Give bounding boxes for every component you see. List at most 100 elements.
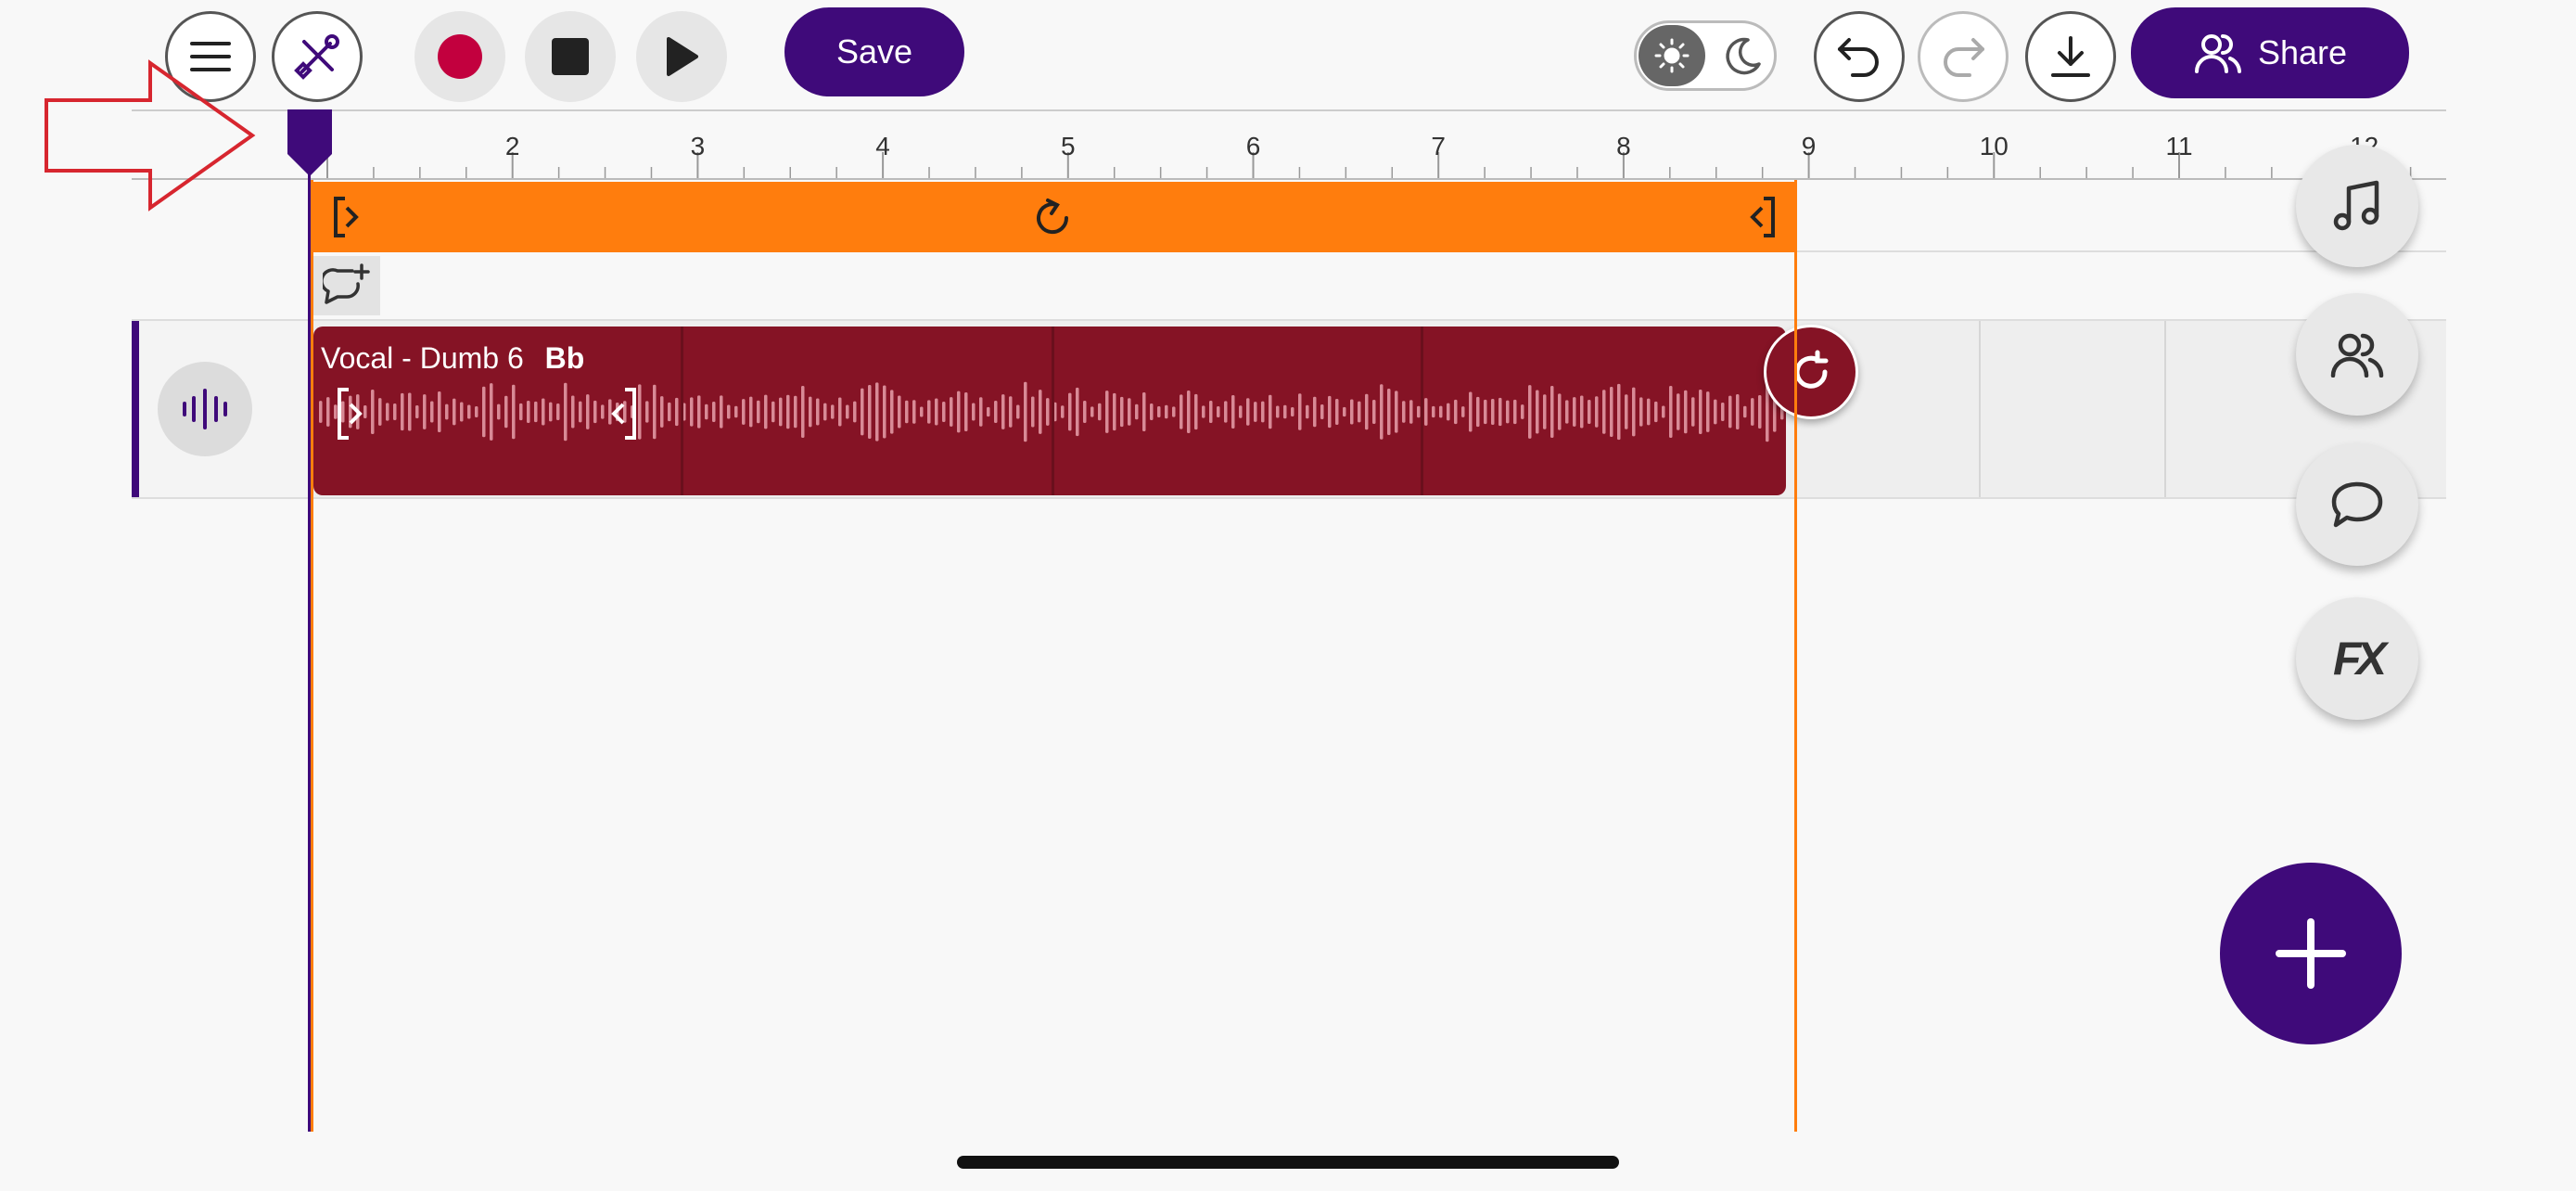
add-track-button[interactable] <box>2220 863 2402 1044</box>
waveform-bar <box>1728 395 1732 429</box>
comment-icon <box>2331 481 2383 528</box>
waveform-bar <box>1024 381 1027 442</box>
waveform-bar <box>764 394 768 429</box>
waveform-bar <box>593 400 597 424</box>
waveform-bar <box>875 382 879 442</box>
waveform-bar <box>1187 391 1191 433</box>
collaborators-button[interactable] <box>2296 293 2418 416</box>
waveform-bar <box>1580 395 1584 429</box>
share-label: Share <box>2257 33 2348 71</box>
timeline-ruler[interactable] <box>132 111 2446 180</box>
waveform-bar <box>898 395 901 429</box>
instruments-button[interactable] <box>2296 145 2418 267</box>
waveform-bar <box>1632 387 1636 437</box>
waveform-bar <box>690 397 694 427</box>
waveform-bar <box>749 396 753 428</box>
add-comment-button[interactable] <box>313 256 380 315</box>
record-button[interactable] <box>414 11 505 102</box>
track-type-button[interactable] <box>158 362 252 456</box>
waveform-bar <box>1521 404 1524 419</box>
undo-icon <box>1838 38 1879 77</box>
waveform-bar <box>757 400 760 424</box>
waveform-bar <box>794 395 797 429</box>
waveform-bar <box>987 406 990 417</box>
waveform-bar <box>1098 403 1102 421</box>
waveform-bar <box>1283 404 1287 419</box>
download-button[interactable] <box>2025 11 2116 102</box>
track-selected-indicator <box>132 321 139 497</box>
redo-button[interactable] <box>1918 11 2009 102</box>
waveform-bar <box>1498 397 1502 427</box>
waveform-bar <box>1610 386 1613 438</box>
waveform-bar <box>1172 406 1176 417</box>
play-button[interactable] <box>636 11 727 102</box>
waveform-bar <box>1165 404 1168 419</box>
music-note-icon <box>2333 180 2379 231</box>
waveform-bar <box>779 397 783 427</box>
waveform-bar <box>1432 405 1435 418</box>
waveform-bar <box>504 395 508 429</box>
waveform-bar <box>542 398 545 426</box>
collaborators-icon <box>2330 333 2384 378</box>
waveform-bar <box>1721 403 1725 421</box>
theme-toggle[interactable] <box>1634 20 1777 91</box>
waveform-bar <box>326 397 330 427</box>
waveform-bar <box>1424 398 1428 426</box>
waveform-bar <box>482 386 486 438</box>
waveform-bar <box>1202 405 1205 418</box>
stop-button[interactable] <box>525 11 616 102</box>
waveform-bar <box>1751 398 1754 426</box>
waveform-bar <box>1039 390 1042 434</box>
waveform-bar <box>1157 406 1161 417</box>
waveform-bar <box>1090 406 1094 417</box>
clip-trim-end-icon[interactable] <box>606 386 638 442</box>
waveform-bar <box>1142 391 1146 432</box>
waveform-bar <box>890 390 894 434</box>
waveform-bar <box>957 391 961 433</box>
waveform-bar <box>393 403 397 420</box>
waveform-bar <box>1343 406 1346 417</box>
waveform-bar <box>527 400 530 424</box>
playhead-handle[interactable] <box>286 109 334 178</box>
waveform-bar <box>1358 401 1361 423</box>
save-button[interactable]: Save <box>784 7 964 96</box>
grid-line <box>1979 321 1981 497</box>
loop-clip-button[interactable] <box>1764 325 1858 419</box>
waveform-bar <box>423 394 427 429</box>
tools-button[interactable] <box>272 11 363 102</box>
loop-end-handle-icon[interactable] <box>1745 195 1777 239</box>
waveform-bar <box>1417 405 1421 418</box>
fx-icon: FX <box>2333 633 2387 685</box>
tools-icon <box>294 34 339 80</box>
waveform-bar <box>720 395 723 429</box>
comments-button[interactable] <box>2296 443 2418 566</box>
waveform-bar <box>1046 398 1050 426</box>
waveform-bar <box>1298 393 1302 430</box>
loop-start-handle-icon[interactable] <box>332 195 363 239</box>
waveform-bar <box>1654 401 1658 423</box>
waveform-bar <box>1239 405 1243 418</box>
waveform-bar <box>772 401 775 423</box>
waveform-bar <box>1409 400 1413 424</box>
waveform-bar <box>1135 403 1139 420</box>
waveform-bar <box>1439 405 1443 418</box>
moon-icon <box>1726 37 1761 75</box>
waveform-bar <box>1150 403 1154 420</box>
undo-button[interactable] <box>1814 11 1905 102</box>
waveform-bar <box>927 400 931 424</box>
waveform-bar <box>920 406 924 417</box>
effects-button[interactable]: FX <box>2296 597 2418 720</box>
waveform-bar <box>1291 406 1294 417</box>
waveform-bar <box>861 388 864 436</box>
clip-trim-start-icon[interactable] <box>336 386 367 442</box>
waveform-bar <box>579 401 582 423</box>
loop-region-bar[interactable] <box>312 182 1795 252</box>
loop-icon[interactable] <box>1029 195 1076 241</box>
waveform-bar <box>1402 401 1406 423</box>
audio-clip[interactable]: Vocal - Dumb 6 Bb <box>313 327 1786 495</box>
share-button[interactable]: Share <box>2131 7 2409 98</box>
waveform-bar <box>571 395 575 429</box>
waveform-bar <box>1558 393 1562 430</box>
waveform-bar <box>1625 394 1628 429</box>
ruler-label: 11 <box>2165 132 2193 160</box>
